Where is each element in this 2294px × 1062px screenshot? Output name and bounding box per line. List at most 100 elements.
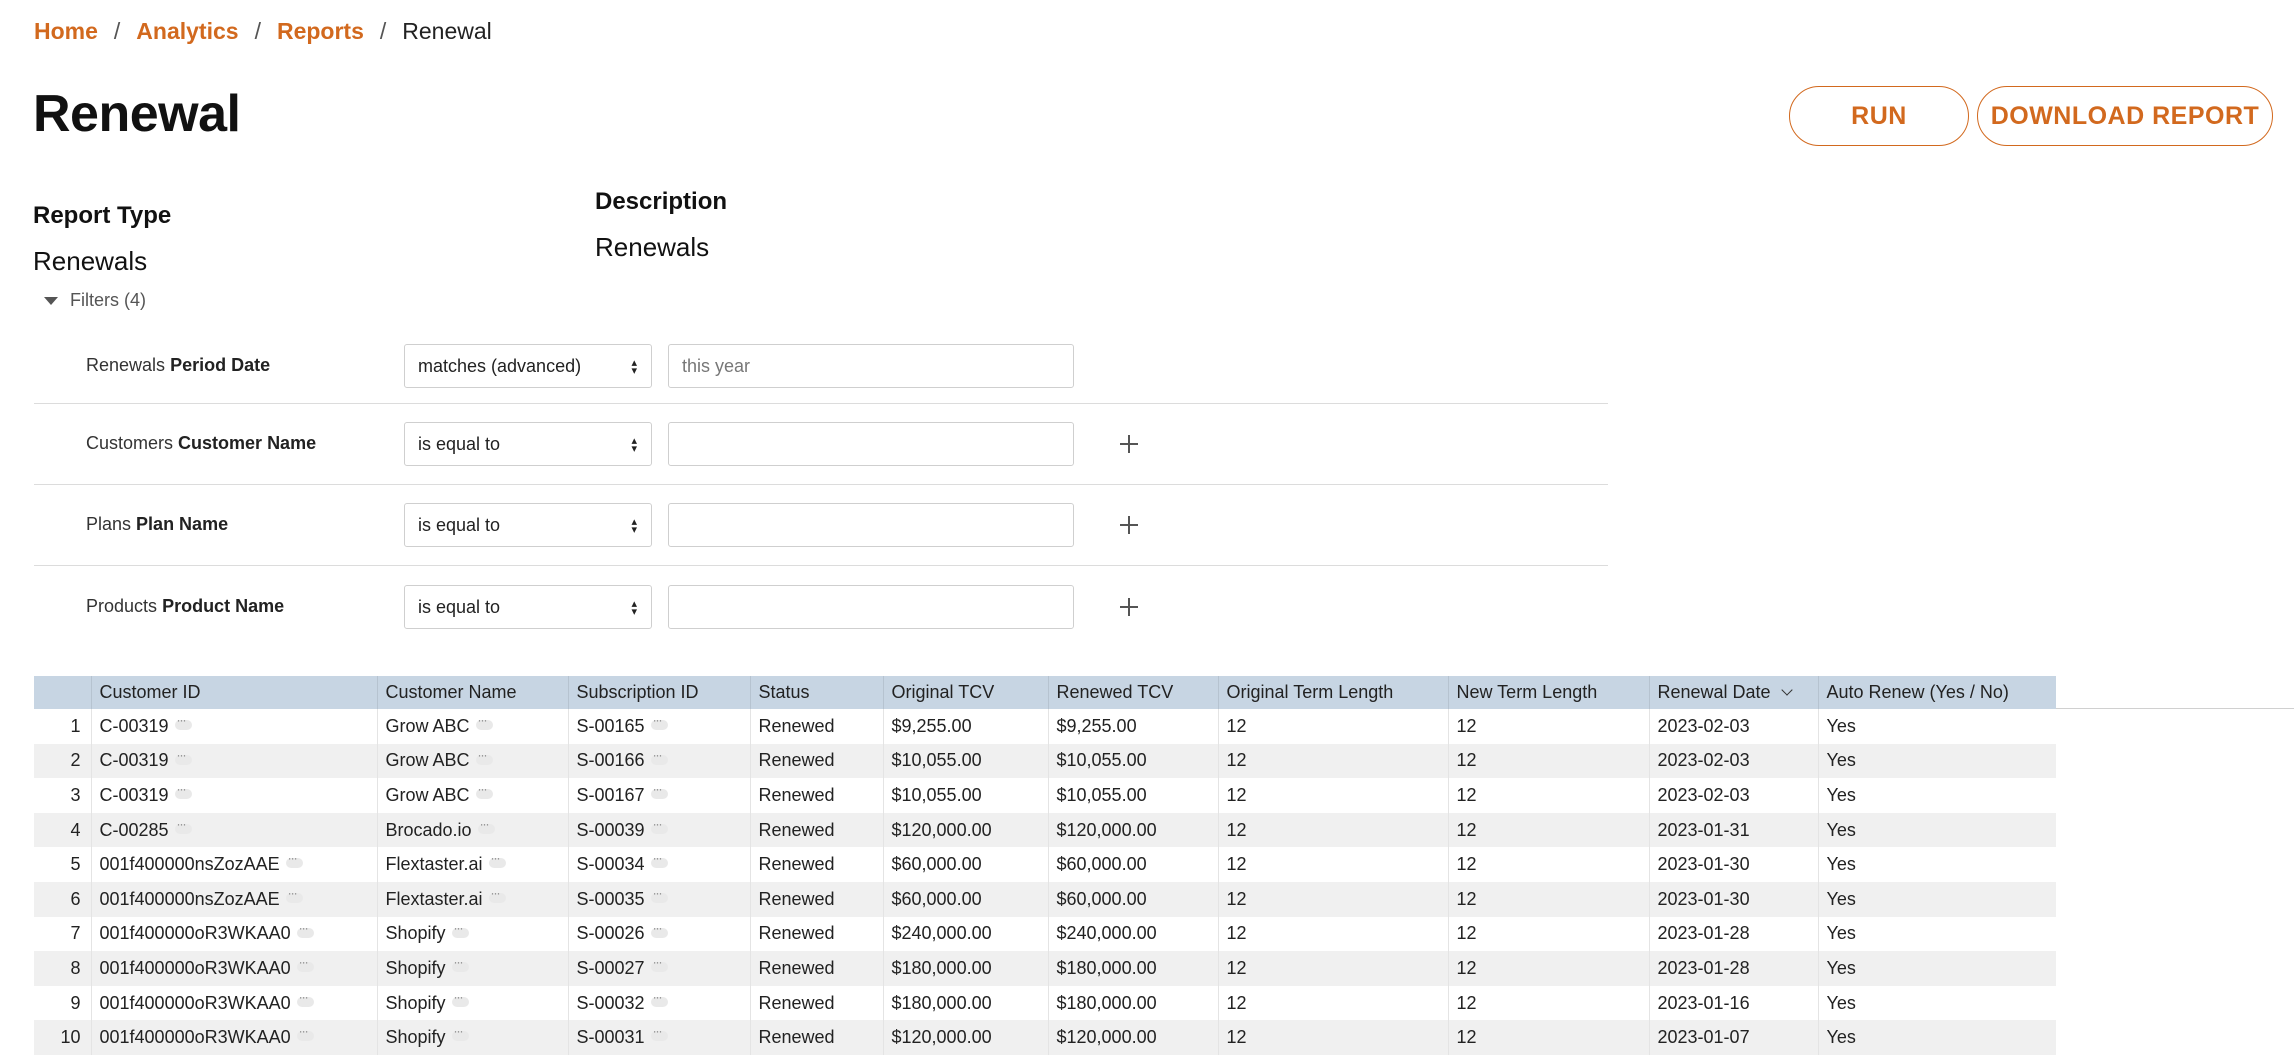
table-cell: S-00026	[567, 916, 750, 952]
table-cell: $180,000.00	[882, 985, 1048, 1021]
more-options-icon[interactable]	[475, 782, 493, 800]
table-cell: Renewed	[749, 881, 883, 917]
table-cell: 001f400000oR3WKAA0	[90, 1020, 377, 1055]
filters-toggle[interactable]: Filters (4)	[44, 290, 146, 311]
table-row[interactable]: 1 C-00319 Grow ABC S-00165 Renewed $9,255.00 $…	[34, 709, 2056, 744]
table-cell: $180,000.00	[1047, 985, 1218, 1021]
table-cell: Yes	[1817, 1020, 2056, 1055]
more-options-icon[interactable]	[174, 817, 192, 834]
filter-entity: Products	[86, 596, 158, 616]
add-filter-value-plus-icon[interactable]	[1118, 433, 1140, 455]
more-options-icon[interactable]	[174, 748, 192, 765]
cell-value: S-00035	[576, 888, 645, 909]
more-options-icon[interactable]	[296, 990, 314, 1007]
table-row[interactable]: 8 001f400000oR3WKAA0 Shopify S-00027 Renewed…	[34, 951, 2056, 986]
table-row[interactable]: 9 001f400000oR3WKAA0 Shopify S-00032 Renewed…	[34, 985, 2056, 1021]
more-options-icon[interactable]	[650, 817, 668, 834]
table-cell: 12	[1217, 847, 1448, 882]
table-cell: Renewed	[749, 985, 883, 1021]
column-header[interactable]: Renewed TCV	[1047, 676, 1218, 709]
more-options-icon[interactable]	[650, 1024, 668, 1042]
cell-value: 2023-02-03	[1657, 750, 1750, 771]
table-row[interactable]: 10 001f400000oR3WKAA0 Shopify S-00031 Renewe…	[34, 1020, 2056, 1055]
column-header[interactable]: Customer Name	[376, 676, 568, 709]
more-options-icon[interactable]	[650, 886, 668, 904]
more-options-icon[interactable]	[475, 748, 493, 765]
run-button[interactable]: RUN	[1789, 86, 1969, 146]
breadcrumb-analytics-link[interactable]: Analytics	[136, 18, 238, 45]
filter-value-input[interactable]	[668, 503, 1074, 547]
more-options-icon[interactable]	[650, 782, 668, 800]
more-options-icon[interactable]	[477, 817, 495, 834]
more-options-icon[interactable]	[296, 1024, 314, 1042]
cell-value: $10,055.00	[1056, 784, 1147, 805]
filter-operator-select[interactable]: is equal to ▴ ▾	[404, 422, 652, 466]
column-header[interactable]: Customer ID	[90, 676, 377, 709]
filter-value-input[interactable]	[668, 422, 1074, 466]
table-cell: 001f400000nsZozAAE	[90, 847, 377, 882]
filter-value-input[interactable]	[668, 344, 1074, 388]
column-header[interactable]: Original TCV	[882, 676, 1048, 709]
column-header[interactable]: New Term Length	[1447, 676, 1649, 709]
add-filter-value-plus-icon[interactable]	[1118, 514, 1140, 536]
filter-operator-select[interactable]: is equal to ▴ ▾	[404, 503, 652, 547]
more-options-icon[interactable]	[650, 955, 668, 973]
more-options-icon[interactable]	[174, 713, 192, 731]
cell-value: 12	[1456, 992, 1477, 1013]
filter-row-period-date: Renewals Period Date matches (advanced) …	[34, 323, 1608, 404]
select-arrows-icon: ▴ ▾	[631, 516, 637, 536]
more-options-icon[interactable]	[650, 990, 668, 1007]
table-row[interactable]: 7 001f400000oR3WKAA0 Shopify S-00026 Renewed…	[34, 916, 2056, 952]
table-cell: 2023-01-30	[1648, 881, 1818, 917]
sort-descending-icon[interactable]	[1780, 684, 1793, 696]
more-options-icon[interactable]	[488, 851, 506, 869]
table-row[interactable]: 6 001f400000nsZozAAE Flextaster.ai S-00035 R…	[34, 881, 2056, 917]
download-report-button[interactable]: DOWNLOAD REPORT	[1977, 86, 2273, 146]
more-options-icon[interactable]	[451, 955, 469, 973]
filter-row-customer-name: Customers Customer Name is equal to ▴ ▾	[34, 404, 1608, 485]
table-row[interactable]: 3 C-00319 Grow ABC S-00167 Renewed $10,055.00…	[34, 778, 2056, 813]
more-options-icon[interactable]	[296, 955, 314, 973]
filter-operator-select[interactable]: is equal to ▴ ▾	[404, 585, 652, 629]
column-header-label: Renewal Date	[1657, 682, 1771, 702]
cell-value: 2023-02-03	[1657, 715, 1750, 736]
more-options-icon[interactable]	[650, 851, 668, 869]
filter-entity: Customers	[86, 433, 174, 453]
more-options-icon[interactable]	[174, 782, 192, 800]
more-options-icon[interactable]	[650, 713, 668, 731]
more-options-icon[interactable]	[451, 990, 469, 1007]
cell-value: Brocado.io	[385, 819, 472, 840]
table-cell: Renewed	[749, 951, 883, 986]
table-cell: S-00034	[567, 847, 750, 882]
cell-value: Renewed	[758, 888, 835, 909]
table-row[interactable]: 4 C-00285 Brocado.io S-00039 Renewed $120,000…	[34, 812, 2056, 848]
more-options-icon[interactable]	[285, 886, 303, 904]
more-options-icon[interactable]	[650, 921, 668, 938]
column-header[interactable]: Original Term Length	[1217, 676, 1448, 709]
filter-operator-select[interactable]: matches (advanced) ▴ ▾	[404, 344, 652, 388]
cell-value: 12	[1456, 784, 1477, 805]
column-header[interactable]: Status	[749, 676, 883, 709]
table-cell: $60,000.00	[882, 847, 1048, 882]
more-options-icon[interactable]	[296, 921, 314, 938]
more-options-icon[interactable]	[475, 713, 493, 731]
more-options-icon[interactable]	[451, 921, 469, 938]
add-filter-value-plus-icon[interactable]	[1118, 596, 1140, 618]
cell-value: 12	[1226, 992, 1247, 1013]
breadcrumb-reports-link[interactable]: Reports	[277, 18, 364, 45]
column-header[interactable]: Auto Renew (Yes / No)	[1817, 676, 2056, 709]
more-options-icon[interactable]	[285, 851, 303, 869]
breadcrumb-home-link[interactable]: Home	[34, 18, 98, 45]
column-header[interactable]: Subscription ID	[567, 676, 750, 709]
table-row[interactable]: 5 001f400000nsZozAAE Flextaster.ai S-00034 R…	[34, 847, 2056, 882]
more-options-icon[interactable]	[650, 748, 668, 765]
more-options-icon[interactable]	[451, 1024, 469, 1042]
table-cell: 2023-01-16	[1648, 985, 1818, 1021]
filter-label: Renewals Period Date	[86, 355, 270, 376]
more-options-icon[interactable]	[488, 886, 506, 904]
filter-value-input[interactable]	[668, 585, 1074, 629]
table-row[interactable]: 2 C-00319 Grow ABC S-00166 Renewed $10,055.00…	[34, 743, 2056, 779]
column-header-sorted[interactable]: Renewal Date	[1648, 676, 1818, 709]
cell-value: 001f400000oR3WKAA0	[99, 923, 291, 944]
cell-value: 4	[70, 819, 81, 840]
